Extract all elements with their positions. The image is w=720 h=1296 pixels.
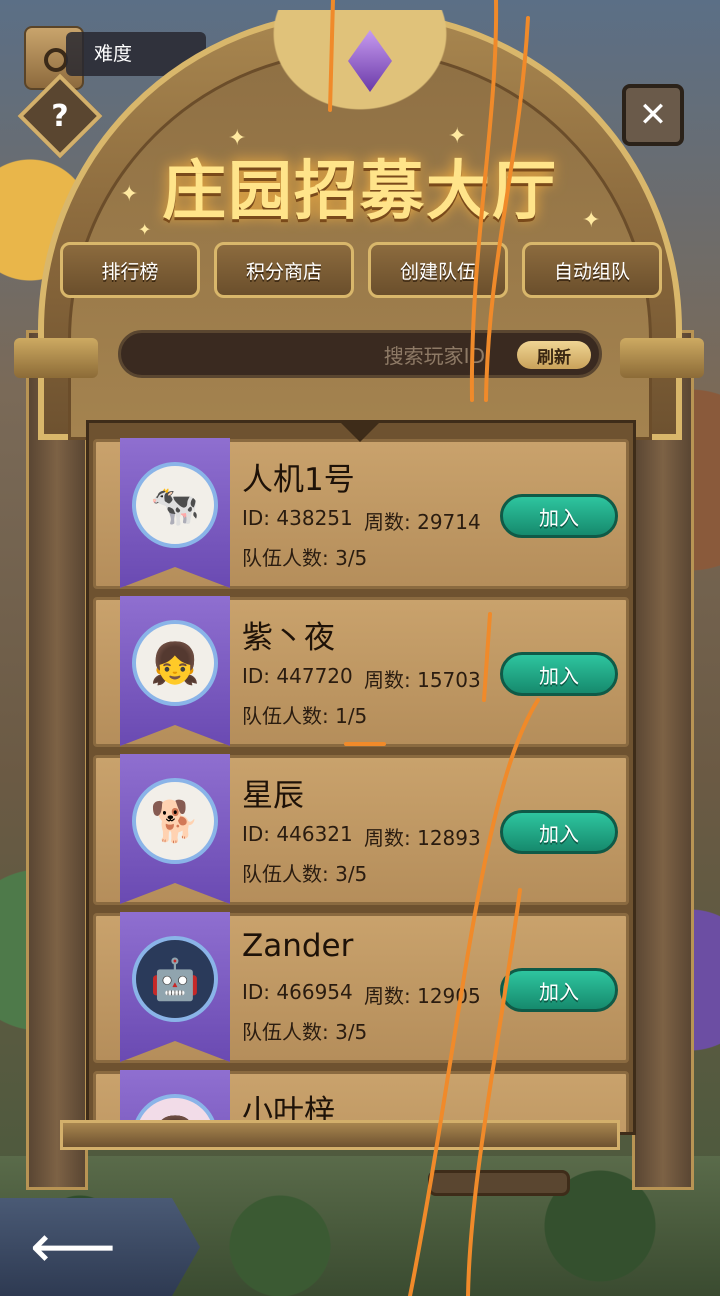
- frame-base: [60, 1120, 620, 1150]
- player-id: ID: 466954: [242, 980, 353, 1004]
- avatar[interactable]: 🐄: [132, 462, 218, 548]
- right-pillar: [632, 330, 694, 1190]
- left-pillar-cap: [14, 338, 98, 378]
- player-weeks: 周数: 15703: [364, 668, 481, 692]
- team-size: 队伍人数: 1/5: [242, 704, 368, 728]
- avatar[interactable]: 👧: [132, 620, 218, 706]
- close-button[interactable]: ✕: [622, 84, 684, 146]
- team-size: 队伍人数: 3/5: [242, 1020, 368, 1044]
- refresh-button[interactable]: 刷新: [517, 341, 591, 369]
- list-item: 🐕 星辰 ID: 446321 周数: 12893 队伍人数: 3/5 加入: [93, 754, 629, 905]
- question-icon: ?: [51, 98, 69, 134]
- tab-create-team[interactable]: 创建队伍: [368, 242, 508, 298]
- tab-bar: 排行榜 积分商店 创建队伍 自动组队: [60, 242, 664, 302]
- shiba-avatar-icon: 🐕: [150, 798, 200, 845]
- team-size: 队伍人数: 3/5: [242, 862, 368, 886]
- player-name: Zander: [242, 928, 354, 964]
- player-name: 紫丶夜: [242, 620, 335, 656]
- back-button[interactable]: ⟵: [0, 1198, 200, 1296]
- cow-avatar-icon: 🐄: [150, 482, 200, 529]
- list-item: 🐄 人机1号 ID: 438251 周数: 29714 队伍人数: 3/5 加入: [93, 438, 629, 589]
- player-weeks: 周数: 12905: [364, 984, 481, 1008]
- team-size: 队伍人数: 3/5: [242, 546, 368, 570]
- player-weeks: 周数: 12893: [364, 826, 481, 850]
- list-item: 👧 紫丶夜 ID: 447720 周数: 15703 队伍人数: 1/5 加入: [93, 596, 629, 747]
- player-name: 星辰: [242, 778, 304, 814]
- tab-auto-match[interactable]: 自动组队: [522, 242, 662, 298]
- join-button[interactable]: 加入: [500, 494, 618, 538]
- avatar[interactable]: 🤖: [132, 936, 218, 1022]
- player-id: ID: 446321: [242, 822, 353, 846]
- tab-leaderboard[interactable]: 排行榜: [60, 242, 200, 298]
- robot-avatar-icon: 🤖: [150, 956, 200, 1003]
- avatar[interactable]: 🐕: [132, 778, 218, 864]
- scroll-handle[interactable]: [428, 1170, 570, 1196]
- left-pillar: [26, 330, 88, 1190]
- player-weeks: 周数: 29714: [364, 510, 481, 534]
- right-pillar-cap: [620, 338, 704, 378]
- tab-points-shop[interactable]: 积分商店: [214, 242, 354, 298]
- player-name: 人机1号: [242, 462, 355, 498]
- join-button[interactable]: 加入: [500, 652, 618, 696]
- player-id: ID: 447720: [242, 664, 353, 688]
- player-list[interactable]: 🐄 人机1号 ID: 438251 周数: 29714 队伍人数: 3/5 加入…: [86, 420, 636, 1135]
- search-bar: 刷新: [118, 330, 602, 378]
- anime-girl-avatar-icon: 👧: [150, 640, 200, 687]
- page-title: 庄园招募大厅: [162, 155, 558, 229]
- back-arrow-icon: ⟵: [30, 1212, 117, 1282]
- search-input[interactable]: [143, 337, 487, 375]
- join-button[interactable]: 加入: [500, 968, 618, 1012]
- list-item: 🤖 Zander ID: 466954 周数: 12905 队伍人数: 3/5 …: [93, 912, 629, 1063]
- join-button[interactable]: 加入: [500, 810, 618, 854]
- close-icon: ✕: [638, 95, 668, 135]
- player-id: ID: 438251: [242, 506, 353, 530]
